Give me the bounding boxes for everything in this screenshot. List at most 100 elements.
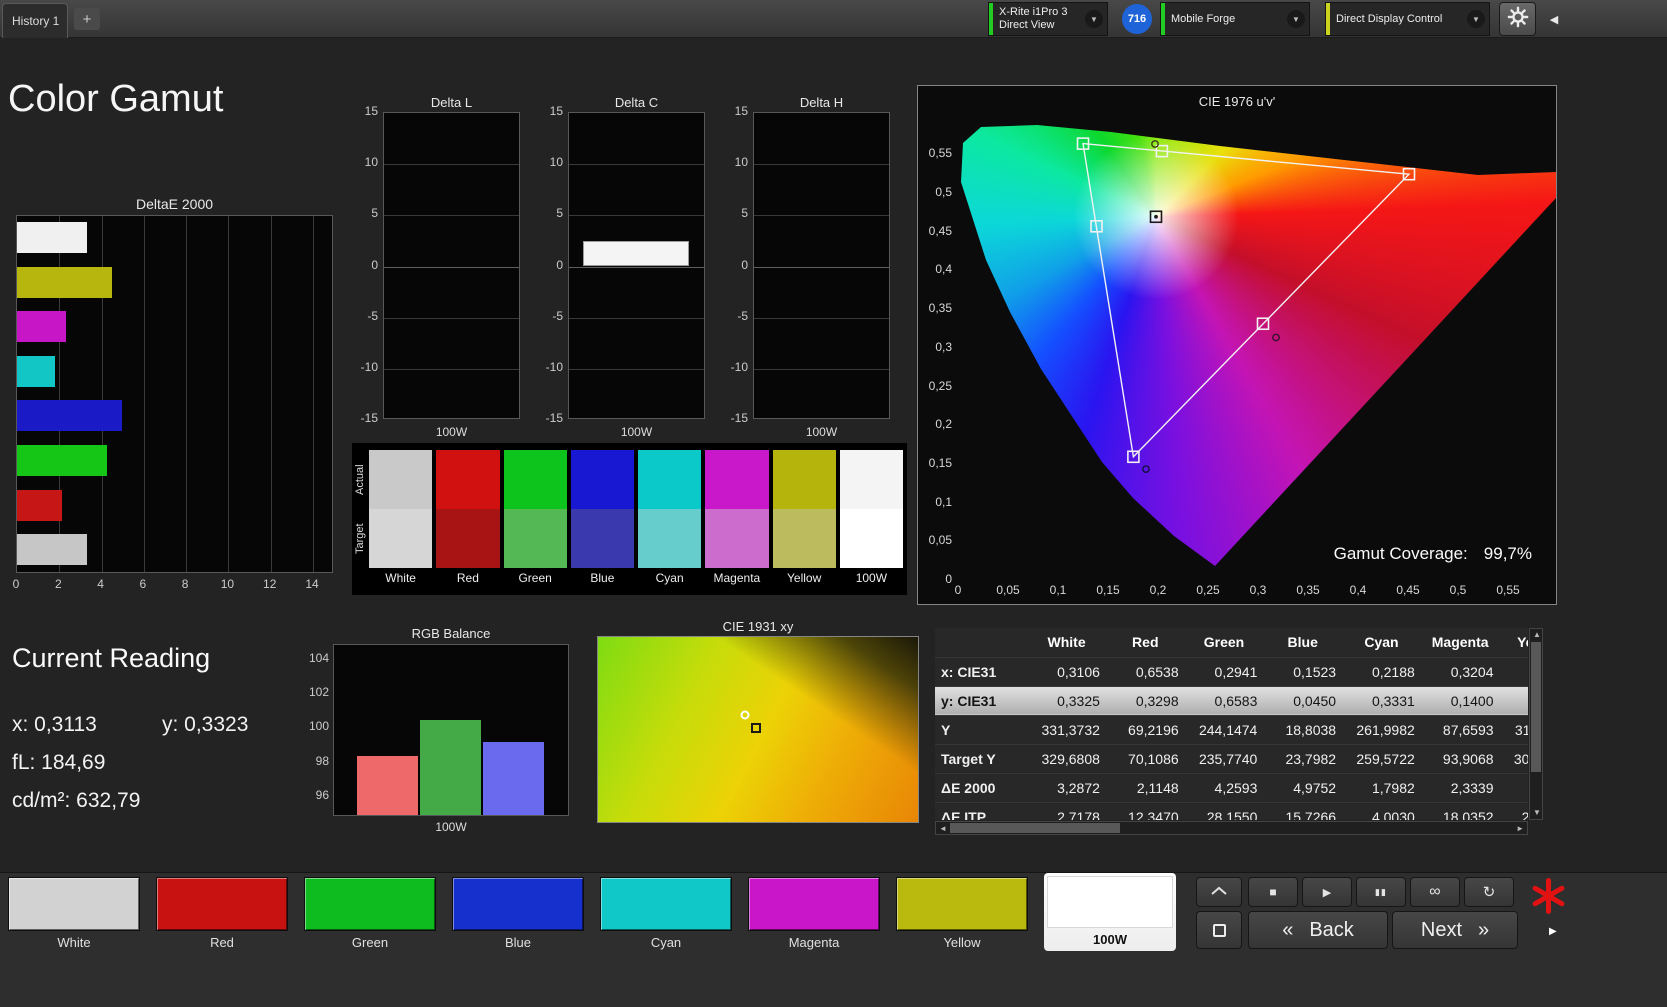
delta-l-title: Delta L	[383, 95, 520, 110]
meter-name-line2: Direct View	[999, 19, 1079, 32]
rgb-balance-x-label: 100W	[333, 820, 569, 834]
table-cell: 0,3106	[1027, 657, 1106, 686]
table-cell: 0,3298	[1106, 686, 1185, 715]
top-toolbar: History 1 + X-Rite i1Pro 3 Direct View ▼…	[0, 0, 1667, 38]
back-button[interactable]: « Back	[1248, 911, 1388, 949]
source-name: Mobile Forge	[1165, 11, 1287, 28]
display-control-selector[interactable]: Direct Display Control ▼	[1325, 2, 1490, 36]
gamut-coverage-label: Gamut Coverage:	[1334, 544, 1468, 564]
swatch-label: Cyan	[638, 571, 701, 585]
table-vertical-scrollbar[interactable]: ▲ ▼	[1529, 628, 1543, 820]
table-row[interactable]: Y331,373269,2196244,147418,8038261,99828…	[935, 715, 1528, 744]
scroll-up-icon[interactable]: ▲	[1533, 629, 1541, 641]
gridline	[569, 215, 704, 216]
actual-color	[705, 450, 768, 509]
table-cell: 26,6460	[1500, 802, 1528, 820]
deltae2000-x-axis: 02468101214	[16, 577, 333, 593]
gridline	[228, 216, 229, 572]
patch-swatch-magenta	[705, 450, 768, 568]
scroll-right-icon[interactable]: ►	[1516, 823, 1524, 835]
meter-selector[interactable]: X-Rite i1Pro 3 Direct View ▼	[988, 2, 1108, 36]
axis-tick-label: 0,15	[1096, 583, 1119, 597]
patch-label: Magenta	[748, 935, 880, 950]
scroll-down-icon[interactable]: ▼	[1533, 807, 1541, 819]
gridline	[754, 318, 889, 319]
target-color	[705, 509, 768, 568]
add-tab-button[interactable]: +	[74, 8, 100, 30]
table-row[interactable]: Target Y329,680870,1086235,774023,798225…	[935, 744, 1528, 773]
deltae-bar-blue	[17, 400, 122, 431]
next-button[interactable]: Next »	[1392, 911, 1518, 949]
continuous-button[interactable]: ∞	[1410, 877, 1460, 907]
axis-tick-label: 10	[221, 577, 234, 591]
alert-asterisk-icon	[1527, 875, 1569, 917]
color-patch-red[interactable]: Red	[156, 877, 288, 951]
color-patch-cyan[interactable]: Cyan	[600, 877, 732, 951]
rgb-balance-chart: RGB Balance 100W 1041021009896	[303, 626, 573, 838]
reading-x: x: 0,3113	[12, 713, 97, 737]
measured-marker	[741, 710, 750, 719]
axis-tick-label: 0,55	[920, 146, 952, 160]
table-cell: 331,3732	[1027, 715, 1106, 744]
table-row[interactable]: ΔE 20003,28722,11484,25934,97521,79822,3…	[935, 773, 1528, 802]
settings-button[interactable]	[1499, 2, 1536, 36]
axis-tick-label: -15	[535, 411, 563, 425]
patch-swatch-white	[369, 450, 432, 568]
axis-tick-label: -10	[535, 360, 563, 374]
axis-tick-label: 0	[720, 258, 748, 272]
table-cell: 4,0030	[1342, 802, 1421, 820]
deltae-bar-yellow	[17, 267, 112, 298]
play-button[interactable]: ▶	[1302, 877, 1352, 907]
stop-button[interactable]: ■	[1248, 877, 1298, 907]
scrollbar-thumb[interactable]	[950, 823, 1120, 833]
table-row[interactable]: y: CIE310,33250,32980,65830,04500,33310,…	[935, 686, 1528, 715]
source-selector[interactable]: Mobile Forge ▼	[1160, 2, 1310, 36]
history-tab[interactable]: History 1	[2, 3, 68, 38]
collapse-toolbar-button[interactable]	[1196, 877, 1242, 907]
color-patch-100w[interactable]: 100W	[1044, 873, 1176, 951]
row-label: Y	[935, 715, 1027, 744]
scrollbar-thumb[interactable]	[1531, 642, 1541, 772]
patch-swatch-red	[436, 450, 499, 568]
patch-color	[156, 877, 288, 931]
table-cell: 87,6593	[1421, 715, 1500, 744]
axis-tick-label: 96	[303, 788, 329, 802]
patch-color	[748, 877, 880, 931]
table-row[interactable]: ΔE ITP2,717812,347028,155015,72664,00301…	[935, 802, 1528, 820]
meter-name: X-Rite i1Pro 3 Direct View	[993, 4, 1085, 34]
axis-tick-label: 0,25	[920, 379, 952, 393]
axis-tick-label: 6	[140, 577, 147, 591]
color-patch-blue[interactable]: Blue	[452, 877, 584, 951]
axis-tick-label: -15	[720, 411, 748, 425]
gridline	[384, 215, 519, 216]
color-patch-yellow[interactable]: Yellow	[896, 877, 1028, 951]
expand-triangle-icon[interactable]: ▶	[1549, 926, 1557, 937]
gamut-coverage: Gamut Coverage: 99,7%	[1334, 544, 1532, 564]
single-patch-view-button[interactable]	[1196, 911, 1242, 949]
color-patch-white[interactable]: White	[8, 877, 140, 951]
row-label: ΔE 2000	[935, 773, 1027, 802]
chevron-down-icon[interactable]: ▼	[1287, 10, 1305, 28]
chevron-down-icon[interactable]: ▼	[1467, 10, 1485, 28]
axis-tick-label: 0	[13, 577, 20, 591]
cie1931-chart	[597, 636, 919, 823]
repeat-button[interactable]: ↻	[1464, 877, 1514, 907]
axis-tick-label: 0,45	[1396, 583, 1419, 597]
chevron-down-icon[interactable]: ▼	[1085, 10, 1103, 28]
table-row[interactable]: x: CIE310,31060,65380,29410,15230,21880,…	[935, 657, 1528, 686]
table-cell: 0,3325	[1027, 686, 1106, 715]
axis-tick-label: 100	[303, 719, 329, 733]
gear-icon	[1507, 6, 1529, 33]
color-patch-magenta[interactable]: Magenta	[748, 877, 880, 951]
axis-tick-label: 5	[535, 206, 563, 220]
collapse-panel-button[interactable]: ◀	[1542, 2, 1566, 36]
color-patch-green[interactable]: Green	[304, 877, 436, 951]
patch-swatch-yellow	[773, 450, 836, 568]
table-cell: 2,7178	[1027, 802, 1106, 820]
table-cell: 0,3204	[1421, 657, 1500, 686]
table-horizontal-scrollbar[interactable]: ◄ ►	[935, 821, 1528, 835]
axis-tick-label: -5	[535, 309, 563, 323]
scroll-left-icon[interactable]: ◄	[939, 823, 947, 835]
pause-button[interactable]: ▮▮	[1356, 877, 1406, 907]
target-color	[571, 509, 634, 568]
